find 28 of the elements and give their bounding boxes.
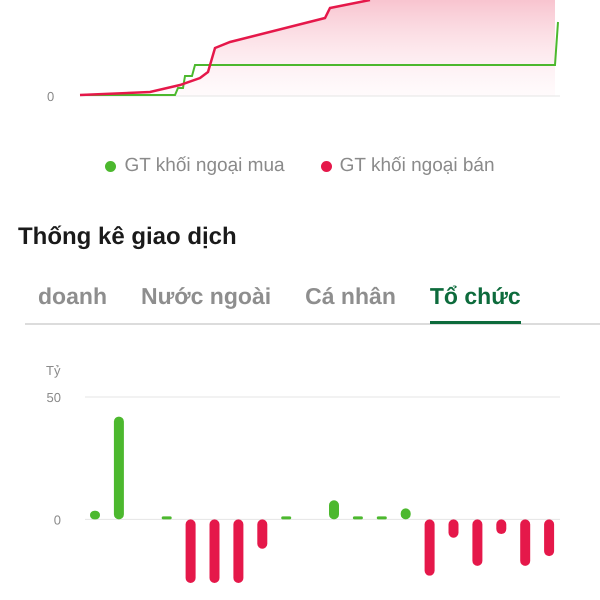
bar [400, 508, 411, 520]
bar [329, 500, 339, 520]
bar [257, 519, 268, 549]
axis-tick-label: 0 [54, 512, 61, 528]
tab[interactable]: Cá nhân [305, 273, 396, 324]
tab[interactable]: Nước ngoài [141, 273, 272, 324]
bar [186, 519, 196, 583]
bar [448, 519, 458, 538]
bar [544, 519, 554, 556]
bar [210, 519, 220, 583]
bar [352, 516, 363, 520]
axis-label: Tỷ [46, 363, 60, 378]
section-title: Thống kê giao dịch [18, 223, 237, 251]
bar [472, 519, 482, 566]
axis-tick-label: 0 [47, 89, 54, 104]
axis-tick-label: 50 [46, 390, 61, 405]
bar [424, 519, 435, 576]
bar [376, 516, 387, 520]
bar [90, 510, 100, 520]
bar [496, 519, 506, 534]
bar [281, 516, 292, 520]
legend-label: GT khối ngoại mua [124, 155, 285, 177]
bar [162, 516, 172, 520]
legend-label: GT khối ngoại bán [340, 155, 495, 177]
bar [233, 519, 244, 583]
tab[interactable]: Tổ chức [430, 273, 521, 324]
tab[interactable]: doanh [38, 273, 107, 324]
bar [520, 519, 530, 566]
